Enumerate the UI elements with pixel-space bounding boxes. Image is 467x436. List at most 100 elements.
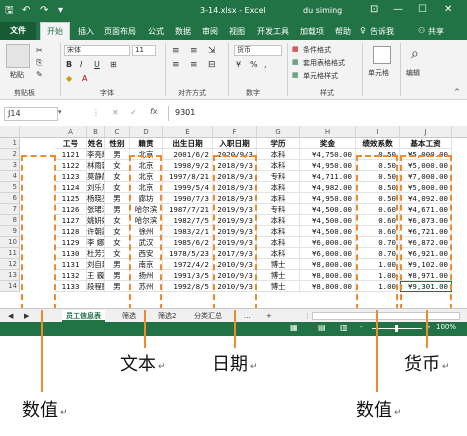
column-title-cell[interactable]: 学历 — [257, 138, 300, 149]
table-cell[interactable]: 1124 — [55, 182, 87, 193]
column-header-e[interactable]: E — [163, 126, 213, 138]
column-header-f[interactable]: F — [213, 126, 257, 138]
paste-icon[interactable] — [6, 44, 30, 68]
table-cell[interactable]: 1121 — [55, 149, 87, 160]
table-cell[interactable]: 1125 — [55, 193, 87, 204]
column-title-cell[interactable]: 性别 — [105, 138, 130, 149]
table-cell[interactable]: ¥8,000.00 — [300, 270, 356, 281]
row-header[interactable]: 11 — [0, 248, 20, 259]
table-cell[interactable]: 本科 — [257, 193, 300, 204]
sheet-tab-more[interactable]: ... — [240, 310, 255, 322]
table-cell[interactable]: ¥6,921.00 — [400, 248, 452, 259]
table-cell[interactable]: 0.50 — [356, 193, 400, 204]
table-cell[interactable]: ¥8,000.00 — [300, 281, 356, 292]
column-title-cell[interactable]: 奖金 — [300, 138, 356, 149]
table-cell[interactable]: 2019/9/3 — [213, 204, 257, 215]
row-header[interactable]: 12 — [0, 259, 20, 270]
table-cell[interactable]: 哈尔滨 — [130, 204, 163, 215]
enter-icon[interactable]: ✓ — [130, 108, 137, 117]
table-cell[interactable]: 2018/9/3 — [213, 171, 257, 182]
table-cell[interactable]: 2001/6/2 — [163, 149, 213, 160]
table-cell[interactable]: 0.50 — [356, 160, 400, 171]
close-icon[interactable]: ✕ — [444, 4, 452, 15]
table-cell[interactable]: 男 — [105, 259, 130, 270]
merge-center-icon[interactable]: ⊟ — [208, 60, 216, 70]
table-cell[interactable]: 2010/9/3 — [213, 270, 257, 281]
sheet-nav-next-icon[interactable]: ▶ — [20, 310, 33, 322]
table-cell[interactable]: 0.70 — [356, 248, 400, 259]
sheet-tab-employee-info[interactable]: 员工信息表 — [62, 310, 105, 322]
table-cell[interactable]: 女 — [105, 160, 130, 171]
table-cell[interactable]: 1123 — [55, 171, 87, 182]
column-title-cell[interactable]: 出生日期 — [163, 138, 213, 149]
table-cell[interactable]: 西安 — [130, 248, 163, 259]
table-cell[interactable]: 刘乐乐 — [87, 182, 105, 193]
table-cell[interactable]: ¥6,073.00 — [400, 215, 452, 226]
tab-page-layout[interactable]: 页面布局 — [104, 26, 136, 37]
cells-button[interactable]: 单元格 — [368, 68, 389, 78]
column-title-cell[interactable]: 姓名 — [87, 138, 105, 149]
table-cell[interactable]: 1129 — [55, 237, 87, 248]
align-middle-icon[interactable]: ≡ — [190, 46, 198, 56]
tab-developer[interactable]: 开发工具 — [257, 26, 289, 37]
table-cell[interactable]: 本科 — [257, 215, 300, 226]
number-format-select[interactable]: 货币 — [234, 45, 282, 56]
column-header-j[interactable]: J — [400, 126, 452, 138]
comma-button[interactable]: , — [264, 60, 267, 69]
table-cell[interactable]: 1130 — [55, 248, 87, 259]
table-cell[interactable]: 2010/9/3 — [213, 281, 257, 292]
table-cell[interactable]: 1982/7/5 — [163, 215, 213, 226]
table-cell[interactable]: 1987/7/21 — [163, 204, 213, 215]
table-cell[interactable]: 本科 — [257, 149, 300, 160]
collapse-ribbon-icon[interactable]: ^ — [454, 88, 460, 96]
table-cell[interactable]: ¥4,711.00 — [300, 171, 356, 182]
table-cell[interactable]: 1972/4/2 — [163, 259, 213, 270]
table-cell[interactable]: 李亮辉 — [87, 149, 105, 160]
table-cell[interactable]: 1.00 — [356, 259, 400, 270]
table-cell[interactable]: 2018/9/3 — [213, 193, 257, 204]
maximize-icon[interactable]: ☐ — [418, 4, 427, 15]
name-box[interactable]: J14 — [4, 107, 58, 121]
table-cell[interactable]: 女 — [105, 226, 130, 237]
table-cell[interactable]: ¥6,721.00 — [400, 226, 452, 237]
copy-icon[interactable]: ⎘ — [36, 58, 42, 68]
paste-button[interactable]: 粘贴 — [10, 70, 24, 80]
table-cell[interactable]: 专科 — [257, 171, 300, 182]
column-header-c[interactable]: C — [105, 126, 130, 138]
table-cell[interactable]: 2019/9/3 — [213, 226, 257, 237]
column-header-d[interactable]: D — [130, 126, 163, 138]
insert-function-button[interactable]: fx — [150, 107, 158, 116]
row-header[interactable]: 10 — [0, 237, 20, 248]
zoom-level[interactable]: 100% — [436, 323, 456, 331]
row-header[interactable]: 9 — [0, 226, 20, 237]
table-cell[interactable]: 姚妍妍 — [87, 215, 105, 226]
table-cell[interactable]: ¥4,500.00 — [300, 215, 356, 226]
table-cell[interactable]: 本科 — [257, 237, 300, 248]
table-cell[interactable]: 北京 — [130, 160, 163, 171]
row-header[interactable]: 14 — [0, 281, 20, 292]
horizontal-scrollbar[interactable] — [312, 312, 460, 320]
tab-review[interactable]: 审阅 — [202, 26, 218, 37]
sheet-tab-filter[interactable]: 筛选 — [118, 310, 140, 322]
row-header[interactable]: 13 — [0, 270, 20, 281]
table-cell[interactable]: 1131 — [55, 259, 87, 270]
row-header[interactable]: 2 — [0, 149, 20, 160]
table-cell[interactable]: 武汉 — [130, 237, 163, 248]
column-header-h[interactable]: H — [300, 126, 356, 138]
name-box-dropdown-icon[interactable]: ▾ — [58, 108, 62, 116]
table-cell[interactable]: 男 — [105, 281, 130, 292]
table-cell[interactable]: 1983/2/1 — [163, 226, 213, 237]
editing-button[interactable]: 编辑 — [406, 68, 420, 78]
table-cell[interactable]: 男 — [105, 204, 130, 215]
table-cell[interactable]: 哈尔滨 — [130, 215, 163, 226]
zoom-out-button[interactable]: - — [360, 323, 363, 331]
column-title-cell[interactable]: 绩效系数 — [356, 138, 400, 149]
table-cell[interactable]: ¥9,102.00 — [400, 259, 452, 270]
table-cell[interactable]: 1122 — [55, 160, 87, 171]
table-cell[interactable]: ¥6,000.00 — [300, 237, 356, 248]
table-cell[interactable]: 杜芳芳 — [87, 248, 105, 259]
table-cell[interactable]: 女 — [105, 248, 130, 259]
table-cell[interactable]: 段程鹏 — [87, 281, 105, 292]
font-color-button[interactable]: A — [82, 74, 87, 83]
table-cell[interactable]: ¥6,872.00 — [400, 237, 452, 248]
